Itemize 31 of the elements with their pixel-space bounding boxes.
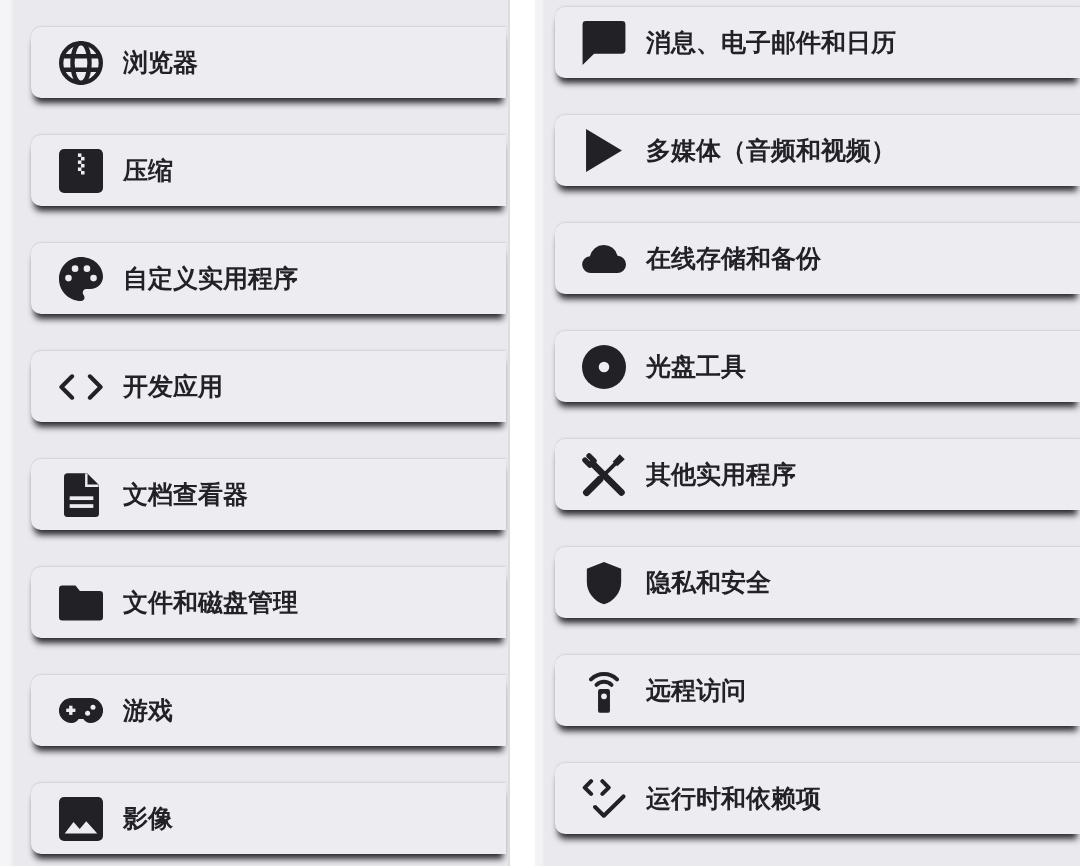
disc-icon: [582, 344, 626, 389]
zip-file-icon: [59, 148, 103, 193]
category-button[interactable]: 消息、电子邮件和日历: [555, 7, 1080, 78]
category-button[interactable]: 影像: [31, 783, 506, 854]
globe-icon: [59, 40, 103, 85]
code-icon: [59, 373, 103, 400]
gamepad-icon: [59, 698, 103, 723]
category-button[interactable]: 游戏: [31, 675, 506, 746]
category-button[interactable]: 浏览器: [31, 27, 506, 98]
document-icon: [63, 472, 99, 517]
shield-icon: [586, 560, 622, 605]
category-button[interactable]: 光盘工具: [555, 331, 1080, 402]
category-button[interactable]: 隐私和安全: [555, 547, 1080, 618]
category-button[interactable]: 压缩: [31, 135, 506, 206]
category-button[interactable]: 运行时和依赖项: [555, 763, 1080, 834]
category-button[interactable]: 多媒体（音频和视频）: [555, 115, 1080, 186]
category-button[interactable]: 自定义实用程序: [31, 243, 506, 314]
category-button[interactable]: 文件和磁盘管理: [31, 567, 506, 638]
code-check-icon: [582, 778, 626, 819]
cloud-icon: [582, 243, 626, 274]
chat-bubble-icon: [582, 20, 626, 65]
folder-icon: [59, 584, 103, 621]
category-button[interactable]: 远程访问: [555, 655, 1080, 726]
play-icon: [586, 129, 622, 172]
category-button[interactable]: 文档查看器: [31, 459, 506, 530]
palette-icon: [59, 256, 103, 301]
category-button[interactable]: 开发应用: [31, 351, 506, 422]
category-button[interactable]: 在线存储和备份: [555, 223, 1080, 294]
image-icon: [59, 796, 103, 841]
category-button[interactable]: 其他实用程序: [555, 439, 1080, 510]
tools-icon: [582, 452, 626, 497]
